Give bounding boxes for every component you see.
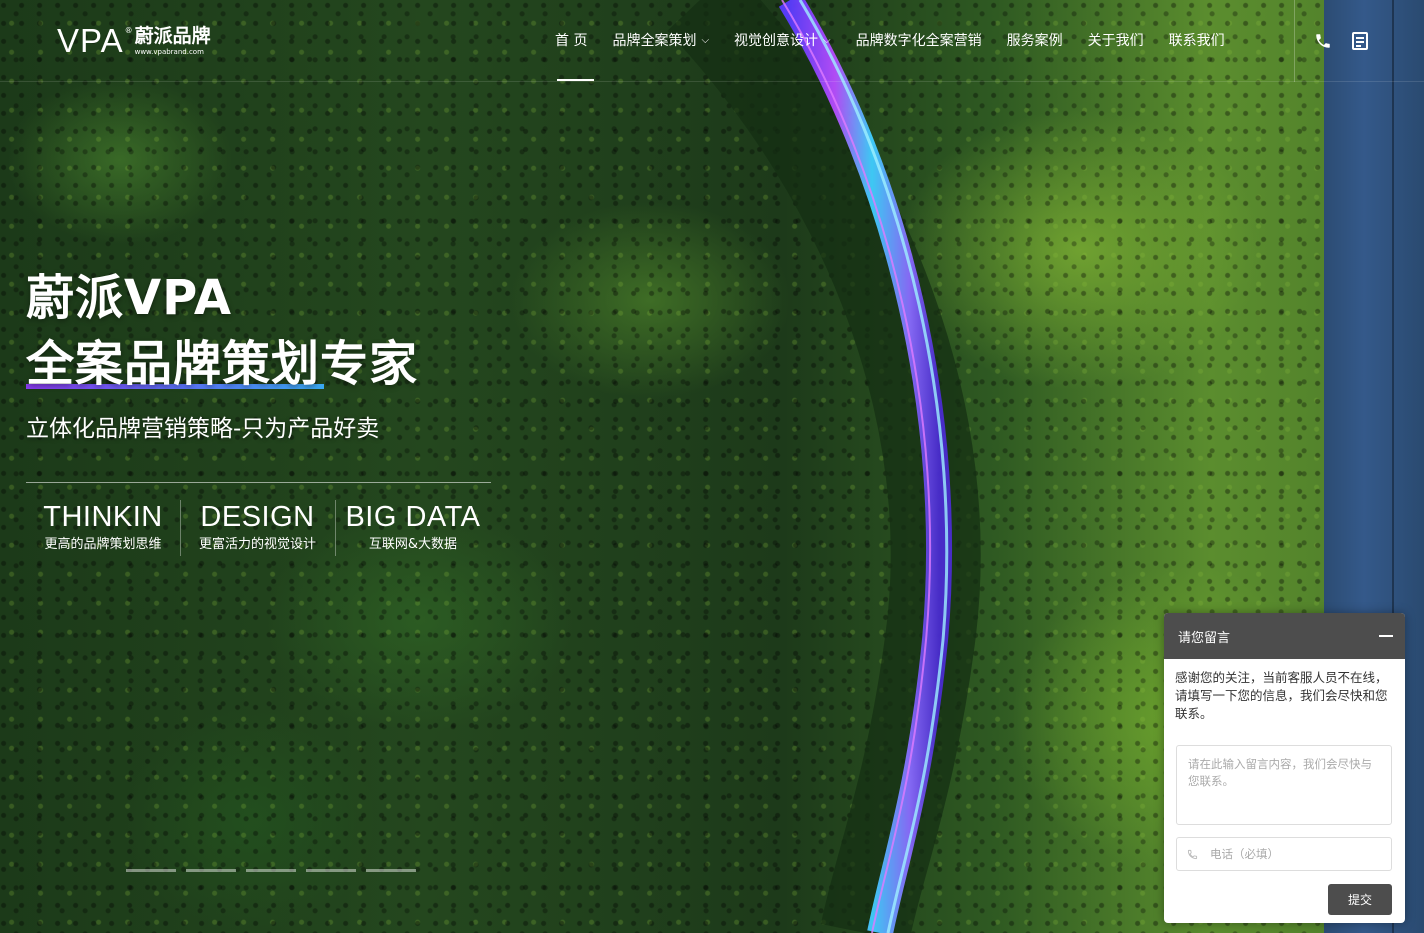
document-icon[interactable]: [1350, 30, 1370, 52]
logo-name: 蔚派品牌: [134, 25, 211, 47]
slide-indicator-4[interactable]: [306, 869, 356, 872]
nav-item-visual-design[interactable]: 视觉创意设计 ⌵: [734, 30, 831, 52]
features-divider: [26, 482, 491, 483]
slider-pagination: [126, 869, 426, 872]
header-divider: [0, 81, 1424, 82]
widget-title: 请您留言: [1178, 630, 1231, 646]
nav-item-brand-planning[interactable]: 品牌全案策划 ⌵: [612, 30, 709, 52]
phone-field[interactable]: 电话（必填）: [1176, 837, 1392, 871]
feature-big-data: BIG DATA 互联网&大数据: [335, 498, 491, 556]
nav-item-contact[interactable]: 联系我们: [1169, 30, 1225, 52]
nav-item-label: 视觉创意设计: [734, 33, 819, 49]
nav-item-label: 首 页: [555, 33, 588, 49]
nav-item-label: 服务案例: [1006, 33, 1063, 49]
hero-title-line1: 蔚派VPA: [26, 270, 233, 326]
feature-desc: 更富活力的视觉设计: [198, 537, 316, 552]
logo-text: 蔚派品牌 www.vpabrand.com: [135, 24, 211, 57]
slide-indicator-2[interactable]: [186, 869, 236, 872]
nav-item-cases[interactable]: 服务案例: [1007, 30, 1063, 52]
phone-icon: [1187, 849, 1198, 859]
slide-indicator-3[interactable]: [246, 869, 296, 872]
feature-thinkin: THINKIN 更高的品牌策划思维: [26, 498, 180, 554]
logo-url: www.vpabrand.com: [134, 48, 204, 56]
feature-title: BIG DATA: [345, 501, 481, 533]
feature-title: DESIGN: [200, 501, 315, 533]
slide-indicator-5[interactable]: [366, 869, 416, 872]
message-widget: 请您留言 感谢您的关注，当前客服人员不在线，请填写一下您的信息，我们会尽快和您联…: [1164, 613, 1405, 923]
feature-desc: 互联网&大数据: [368, 537, 458, 552]
hero-features: THINKIN 更高的品牌策划思维 DESIGN 更富活力的视觉设计 BIG D…: [26, 498, 491, 556]
slide-indicator-1[interactable]: [126, 869, 176, 872]
main-nav: 首 页 品牌全案策划 ⌵ 视觉创意设计 ⌵ 品牌数字化全案营销 服务案例 关于我…: [555, 30, 1250, 52]
nav-item-label: 联系我们: [1168, 33, 1225, 49]
nav-item-label: 品牌数字化全案营销: [855, 33, 982, 49]
chevron-down-icon: ⌵: [823, 35, 831, 46]
feature-desc: 更高的品牌策划思维: [44, 537, 162, 552]
nav-item-about[interactable]: 关于我们: [1088, 30, 1144, 52]
minimize-icon[interactable]: [1379, 635, 1393, 637]
site-header: VPA ® 蔚派品牌 www.vpabrand.com 首 页 品牌全案策划 ⌵…: [0, 0, 1424, 82]
hero-subtitle: 立体化品牌营销策略-只为产品好卖: [26, 416, 380, 442]
logo-mark: VPA: [57, 22, 124, 59]
logo[interactable]: VPA ® 蔚派品牌 www.vpabrand.com: [57, 24, 211, 64]
nav-item-label: 关于我们: [1087, 33, 1144, 49]
submit-button[interactable]: 提交: [1328, 884, 1392, 915]
chevron-down-icon: ⌵: [701, 35, 710, 46]
nav-divider: [1294, 0, 1295, 82]
feature-design: DESIGN 更富活力的视觉设计: [180, 498, 335, 556]
widget-header: 请您留言: [1164, 613, 1405, 659]
widget-notice: 感谢您的关注，当前客服人员不在线，请填写一下您的信息，我们会尽快和您联系。: [1175, 670, 1388, 721]
message-textarea[interactable]: 请在此输入留言内容，我们会尽快与您联系。: [1176, 745, 1392, 825]
nav-item-home[interactable]: 首 页: [555, 30, 587, 52]
nav-item-label: 品牌全案策划: [612, 33, 697, 49]
phone-placeholder: 电话（必填）: [1210, 847, 1279, 861]
nav-item-digital-marketing[interactable]: 品牌数字化全案营销: [856, 30, 982, 52]
logo-registered-mark: ®: [124, 26, 133, 35]
feature-title: THINKIN: [43, 501, 163, 533]
phone-icon[interactable]: [1313, 30, 1333, 52]
hero-title-line2: 全案品牌策划专家: [26, 336, 419, 392]
